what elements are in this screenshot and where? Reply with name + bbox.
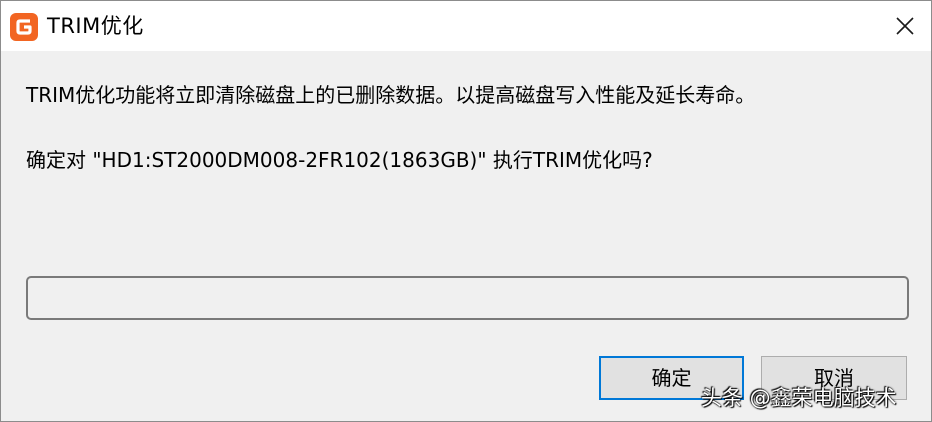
title-bar[interactable]: TRIM优化: [1, 1, 931, 51]
app-logo-icon: [9, 12, 39, 42]
trim-description-text: TRIM优化功能将立即清除磁盘上的已删除数据。以提高磁盘写入性能及延长寿命。: [26, 83, 756, 107]
trim-dialog: TRIM优化 TRIM优化功能将立即清除磁盘上的已删除数据。以提高磁盘写入性能及…: [0, 0, 932, 422]
input-field[interactable]: [26, 276, 909, 320]
watermark-text: 头条 @鑫荣电脑技术: [701, 386, 897, 410]
window-title: TRIM优化: [47, 14, 144, 38]
close-button[interactable]: [885, 5, 925, 47]
trim-confirm-question: 确定对 "HD1:ST2000DM008-2FR102(1863GB)" 执行T…: [26, 148, 653, 172]
close-icon: [896, 17, 914, 35]
